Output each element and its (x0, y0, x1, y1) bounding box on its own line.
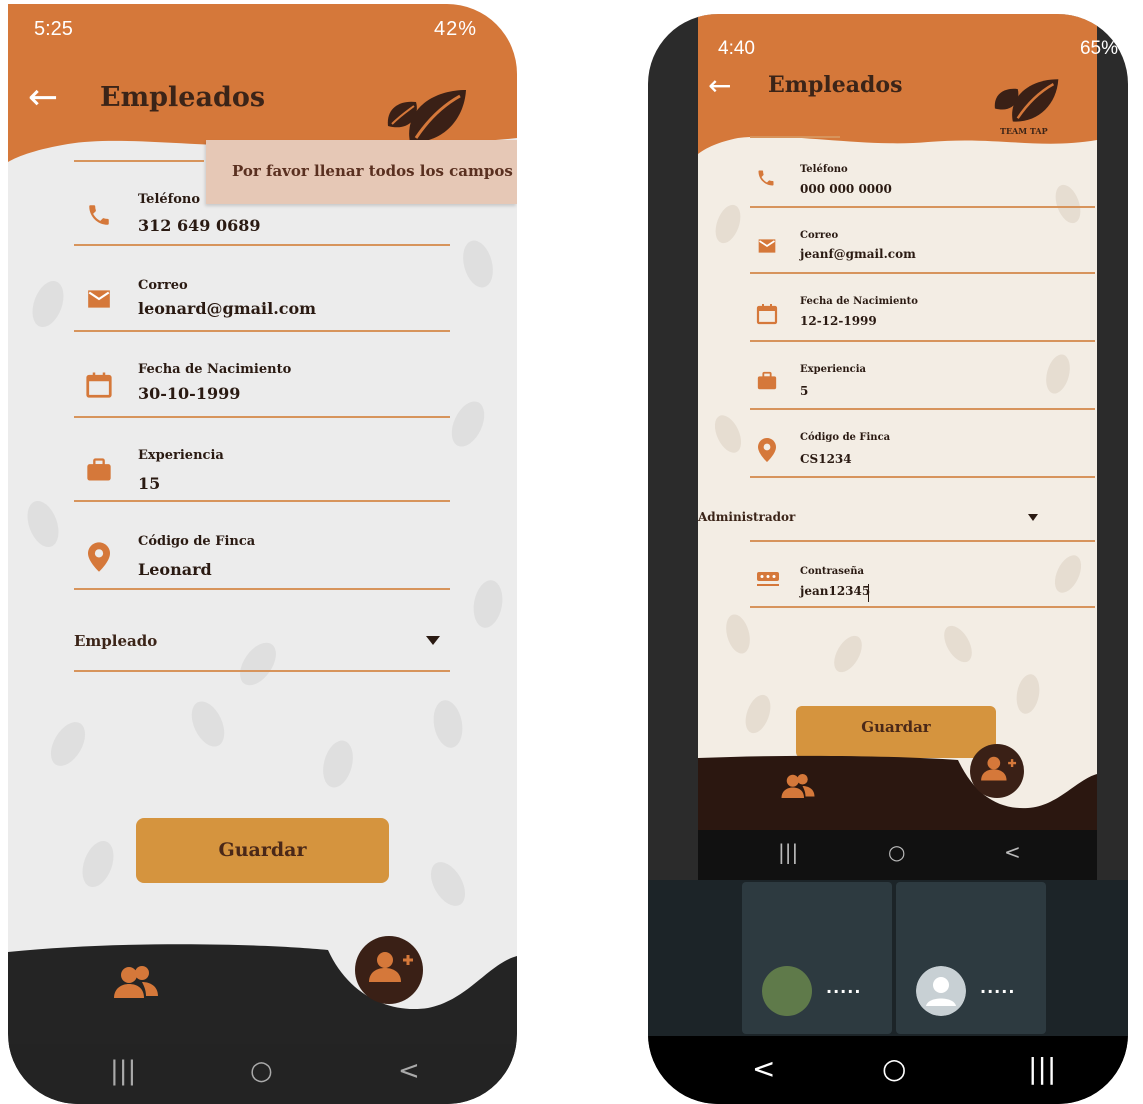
add-employee-button[interactable] (355, 936, 423, 1004)
field-underline (750, 206, 1095, 208)
mail-icon (758, 239, 776, 253)
phone-input[interactable]: 000 000 0000 (800, 182, 892, 196)
people-icon[interactable] (112, 964, 160, 1000)
status-time: 5:25 (34, 18, 73, 40)
phone-screen-left: 5:25 42% ← Empleados Por favor llenar to… (8, 4, 517, 1104)
field-underline (750, 606, 1095, 608)
field-underline (750, 340, 1095, 342)
people-icon[interactable] (780, 772, 816, 800)
call-participant-tile[interactable]: ..... (742, 882, 892, 1034)
experience-input[interactable]: 5 (800, 384, 808, 398)
battery-indicator: 42% (433, 18, 477, 40)
email-label: Correo (800, 230, 839, 241)
default-avatar-icon (916, 966, 966, 1016)
add-user-icon (369, 952, 413, 982)
password-input[interactable]: jean12345 (800, 584, 870, 598)
video-call-strip: ..... ..... (648, 880, 1128, 1036)
field-underline (74, 244, 450, 246)
field-underline (74, 160, 204, 162)
save-button[interactable]: Guardar (796, 706, 996, 758)
experience-input[interactable]: 15 (138, 474, 160, 493)
call-participant-tile[interactable]: ..... (896, 882, 1046, 1034)
experience-label: Experiencia (138, 448, 224, 463)
status-bar: 5:25 42% (8, 4, 517, 46)
dropdown-arrow-icon[interactable] (1028, 514, 1038, 521)
phone-label: Teléfono (800, 164, 848, 175)
field-underline (750, 476, 1095, 478)
email-label: Correo (138, 278, 188, 293)
status-bar: 4:40 65% (648, 14, 1128, 64)
email-input[interactable]: jeanf@gmail.com (800, 247, 916, 261)
location-pin-icon (88, 542, 110, 572)
page-title: Empleados (768, 72, 903, 98)
system-nav-bar: < ○ ||| (648, 1036, 1128, 1104)
role-dropdown[interactable]: Administrador (698, 510, 795, 524)
back-arrow-icon[interactable]: ← (28, 80, 58, 116)
farm-code-label: Código de Finca (800, 432, 891, 443)
briefcase-icon (757, 371, 777, 390)
password-icon (757, 572, 779, 586)
app-nav-bar: ||| ○ < (698, 830, 1097, 880)
calendar-icon (86, 372, 112, 398)
participant-name: ..... (826, 978, 862, 997)
phone-label: Teléfono (138, 192, 201, 207)
back-arrow-icon[interactable]: ← (708, 72, 731, 100)
logo-text: TEAM TAP (1000, 126, 1048, 136)
back-button[interactable]: < (752, 1052, 775, 1085)
phone-icon (758, 170, 774, 186)
phone-screen-right: ← Empleados TEAM TAP Teléfono 000 000 00… (648, 14, 1128, 1104)
birthdate-label: Fecha de Nacimiento (138, 362, 292, 377)
page-title: Empleados (100, 82, 266, 113)
field-underline (750, 272, 1095, 274)
home-button[interactable]: ○ (888, 840, 905, 864)
briefcase-icon (87, 458, 111, 481)
back-button[interactable]: < (398, 1056, 420, 1086)
field-underline (74, 330, 450, 332)
calendar-icon (756, 304, 778, 325)
mail-icon (88, 290, 110, 308)
password-label: Contraseña (800, 566, 865, 577)
farm-code-input[interactable]: CS1234 (800, 452, 852, 466)
role-dropdown[interactable]: Empleado (74, 632, 157, 650)
recents-button[interactable]: ||| (1028, 1052, 1056, 1085)
validation-toast: Por favor llenar todos los campos (206, 140, 517, 204)
birthdate-input[interactable]: 12-12-1999 (800, 314, 877, 328)
save-button[interactable]: Guardar (136, 818, 389, 883)
phone-icon (89, 205, 109, 225)
field-underline (74, 588, 450, 590)
phone-input[interactable]: 312 649 0689 (138, 216, 260, 235)
add-user-icon (981, 756, 1017, 781)
home-button[interactable]: ○ (250, 1056, 273, 1086)
location-pin-icon (758, 438, 776, 462)
recents-button[interactable]: ||| (778, 840, 798, 864)
field-underline (750, 408, 1095, 410)
back-button[interactable]: < (1004, 840, 1021, 864)
recents-button[interactable]: ||| (110, 1056, 136, 1086)
birthdate-label: Fecha de Nacimiento (800, 296, 918, 307)
text-cursor (868, 584, 869, 602)
field-underline (750, 136, 840, 138)
battery-indicator: 65% (1079, 38, 1118, 59)
participant-name: ..... (980, 978, 1016, 997)
field-underline (74, 670, 450, 672)
app-window: ← Empleados TEAM TAP Teléfono 000 000 00… (698, 14, 1097, 880)
field-underline (74, 500, 450, 502)
system-nav-bar: ||| ○ < (8, 1044, 517, 1104)
leaf-logo-icon (994, 79, 1059, 122)
farm-code-label: Código de Finca (138, 534, 256, 549)
participant-avatar (762, 966, 812, 1016)
home-button[interactable]: ○ (882, 1052, 906, 1085)
field-underline (74, 416, 450, 418)
experience-label: Experiencia (800, 364, 867, 375)
status-time: 4:40 (718, 38, 755, 59)
email-input[interactable]: leonard@gmail.com (138, 299, 316, 318)
farm-code-input[interactable]: Leonard (138, 560, 212, 579)
add-employee-button[interactable] (970, 744, 1024, 798)
dropdown-arrow-icon[interactable] (426, 636, 440, 645)
field-underline (750, 540, 1095, 542)
birthdate-input[interactable]: 30-10-1999 (138, 384, 240, 403)
